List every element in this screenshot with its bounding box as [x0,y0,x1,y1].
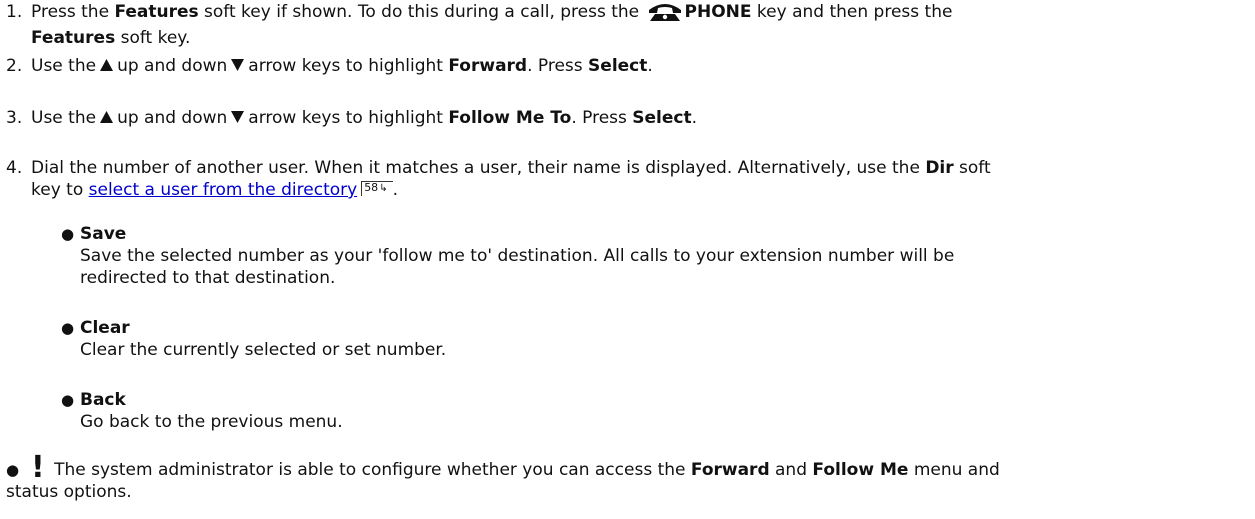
step-text: soft [953,158,991,178]
note-text: The system administrator is able to conf… [48,460,691,480]
step-text: . Press [571,108,633,128]
option-title: Back [80,390,126,410]
option-save: ● Save Save the selected number as your … [61,223,1195,289]
dir-key-label: Dir [925,158,954,178]
step-text: . [392,180,398,200]
option-back: ● Back Go back to the previous menu. [61,389,1195,433]
follow-me-label: Follow Me [812,460,909,480]
bullet-icon: ● [6,461,20,479]
phone-key-icon [647,1,683,27]
step-4: 4. Dial the number of another user. When … [6,157,1245,201]
step-text: soft key. [115,28,191,48]
directory-link[interactable]: select a user from the directory [89,180,358,200]
down-arrow-icon [231,107,245,129]
phone-key-label: PHONE [684,2,752,22]
bullet-icon: ● [61,225,75,243]
step-number: 2. [6,56,23,76]
step-text: . [647,56,653,76]
step-text: key to [31,180,89,200]
forward-label: Forward [690,460,770,480]
step-number: 4. [6,158,23,178]
option-description: Go back to the previous menu. [80,412,343,432]
option-description: Save the selected number as your 'follow… [80,246,955,266]
features-key-label: Features [114,2,199,22]
step-text: up and down [117,108,228,128]
step-text: Use the [31,56,97,76]
step-text: key and then press the [751,2,953,22]
page-reference-number: 58 [364,181,379,194]
step-number: 1. [6,2,23,22]
step-text: Press the [31,2,115,22]
option-title: Save [80,224,127,244]
step-number: 3. [6,108,23,128]
select-label: Select [588,56,648,76]
select-label: Select [632,108,692,128]
option-description: redirected to that destination. [80,268,336,288]
step-text: Dial the number of another user. When it… [31,158,926,178]
step-text: soft key if shown. To do this during a c… [198,2,645,22]
note-text: menu and [908,460,1000,480]
note-text: and [769,460,813,480]
step-text: . [691,108,698,128]
forward-label: Forward [448,56,528,76]
page-reference-icon: ↳ [379,183,388,194]
bullet-icon: ● [61,391,75,409]
option-description: Clear the currently selected or set numb… [80,340,447,360]
page-reference[interactable]: 58↳ [361,181,393,196]
admin-note: ●! The system administrator is able to c… [6,453,1245,503]
option-clear: ● Clear Clear the currently selected or … [61,317,1195,361]
exclamation-icon: ! [31,450,45,485]
bullet-icon: ● [61,319,75,337]
step-3: 3. Use the up and down arrow keys to highli… [6,107,1245,129]
note-text: status options. [6,482,132,502]
follow-me-to-label: Follow Me To [448,108,572,128]
step-text: Use the [31,108,97,128]
step-text: arrow keys to highlight [248,108,449,128]
up-arrow-icon [100,55,114,77]
step-text: arrow keys to highlight [248,56,449,76]
down-arrow-icon [231,55,245,77]
features-key-label: Features [31,28,116,48]
step-text: up and down [117,56,228,76]
step-2: 2. Use the up and down arrow keys to highli… [6,55,1245,77]
step-text: . Press [527,56,589,76]
up-arrow-icon [100,107,114,129]
option-title: Clear [80,318,130,338]
step-1: 1. Press the Features soft key if shown. … [6,1,1245,49]
